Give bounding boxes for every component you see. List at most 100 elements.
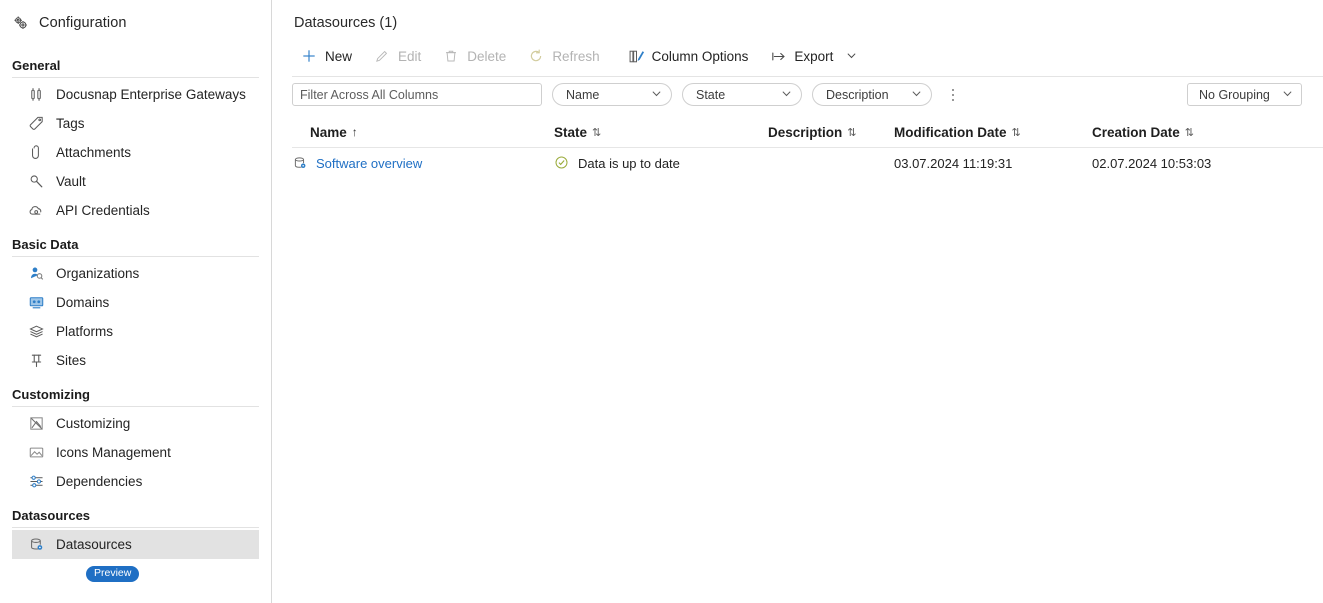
sidebar-item-domains[interactable]: Domains <box>12 288 259 317</box>
check-circle-icon <box>554 155 571 172</box>
toolbar: New Edit <box>292 39 1323 73</box>
sidebar-group-datasources-label: Datasources <box>0 508 271 527</box>
tag-icon <box>28 115 45 132</box>
plus-icon <box>301 48 318 65</box>
sidebar-item-datasources[interactable]: Datasources <box>12 530 259 559</box>
column-header-modification-date[interactable]: Modification Date ⇅ <box>894 125 1092 140</box>
refresh-button-label: Refresh <box>552 49 599 64</box>
sidebar-item-organizations[interactable]: Organizations <box>12 259 259 288</box>
filter-bar: Name State Description <box>292 83 1323 106</box>
column-header-description[interactable]: Description ⇅ <box>768 125 894 140</box>
sidebar-group-customizing-label: Customizing <box>0 387 271 406</box>
sidebar: Configuration General Docusnap Enterpris… <box>0 0 272 603</box>
sort-toggle-icon: ⇅ <box>847 126 856 139</box>
image-icon <box>28 444 45 461</box>
sliders-icon <box>28 473 45 490</box>
sidebar-item-tags[interactable]: Tags <box>12 109 259 138</box>
new-button[interactable]: New <box>292 42 365 70</box>
sidebar-item-vault[interactable]: Vault <box>12 167 259 196</box>
filter-pill-description[interactable]: Description <box>812 83 932 106</box>
sort-toggle-icon: ⇅ <box>1185 126 1194 139</box>
sidebar-item-attachments[interactable]: Attachments <box>12 138 259 167</box>
kebab-menu-icon[interactable] <box>943 84 963 106</box>
datasource-icon <box>292 155 309 172</box>
sidebar-item-sites[interactable]: Sites <box>12 346 259 375</box>
column-header-label: Name <box>310 125 347 140</box>
sidebar-group-basic-data-label: Basic Data <box>0 237 271 256</box>
column-header-label: Description <box>768 125 842 140</box>
grouping-label: No Grouping <box>1199 88 1270 102</box>
sort-toggle-icon: ⇅ <box>592 126 601 139</box>
sidebar-item-docusnap-enterprise-gateways[interactable]: Docusnap Enterprise Gateways <box>12 80 259 109</box>
main-content: Datasources (1) New Edit <box>272 0 1323 603</box>
datasources-table: Name ↑ State ⇅ Description ⇅ Modificatio… <box>272 120 1323 178</box>
filter-pill-label: Description <box>826 88 889 102</box>
paperclip-icon <box>28 144 45 161</box>
column-header-label: State <box>554 125 587 140</box>
delete-button[interactable]: Delete <box>434 42 519 70</box>
domain-icon <box>28 294 45 311</box>
organization-icon <box>28 265 45 282</box>
cell-modification-date: 03.07.2024 11:19:31 <box>894 156 1092 171</box>
table-row[interactable]: Software overview Data is up to date 03.… <box>272 148 1323 178</box>
gears-icon <box>12 15 29 32</box>
sidebar-header: Configuration <box>0 0 271 46</box>
page-title: Datasources (1) <box>272 0 1323 31</box>
cell-name[interactable]: Software overview <box>292 155 554 172</box>
column-header-state[interactable]: State ⇅ <box>554 125 768 140</box>
column-options-button[interactable]: Column Options <box>619 42 762 70</box>
sidebar-item-api-credentials[interactable]: API Credentials <box>12 196 259 225</box>
sort-toggle-icon: ⇅ <box>1012 126 1021 139</box>
sidebar-item-label: Sites <box>56 354 86 368</box>
cell-state: Data is up to date <box>554 155 768 172</box>
export-button-label: Export <box>794 49 833 64</box>
chevron-down-icon <box>781 88 792 102</box>
divider <box>12 406 259 407</box>
export-button[interactable]: Export <box>761 42 870 70</box>
toolbar-divider <box>292 76 1323 77</box>
edit-button-label: Edit <box>398 49 421 64</box>
chevron-down-icon <box>911 88 922 102</box>
sidebar-item-label: API Credentials <box>56 204 150 218</box>
column-options-icon <box>628 48 645 65</box>
column-header-creation-date[interactable]: Creation Date ⇅ <box>1092 125 1292 140</box>
chevron-down-icon <box>1282 88 1293 102</box>
refresh-icon <box>528 48 545 65</box>
filter-input[interactable] <box>292 83 542 106</box>
refresh-button[interactable]: Refresh <box>519 42 612 70</box>
datasource-icon <box>28 536 45 553</box>
sidebar-item-icons-management[interactable]: Icons Management <box>12 438 259 467</box>
pencil-icon <box>374 48 391 65</box>
table-header-row: Name ↑ State ⇅ Description ⇅ Modificatio… <box>272 120 1323 144</box>
app-window: Configuration General Docusnap Enterpris… <box>0 0 1323 603</box>
kebab-dot <box>952 99 954 101</box>
filter-pill-state[interactable]: State <box>682 83 802 106</box>
grouping-control: No Grouping <box>1187 83 1302 106</box>
divider <box>12 527 259 528</box>
divider <box>12 256 259 257</box>
sidebar-item-label: Datasources <box>56 538 132 552</box>
grouping-select[interactable]: No Grouping <box>1187 83 1302 106</box>
column-header-name[interactable]: Name ↑ <box>292 125 554 140</box>
filter-pill-label: Name <box>566 88 599 102</box>
trash-icon <box>443 48 460 65</box>
sidebar-item-label: Docusnap Enterprise Gateways <box>56 88 246 102</box>
sidebar-title: Configuration <box>39 15 127 31</box>
datasource-name-link[interactable]: Software overview <box>316 156 422 171</box>
chevron-down-icon <box>846 49 857 64</box>
sidebar-group-general-label: General <box>0 58 271 77</box>
customizing-icon <box>28 415 45 432</box>
cell-creation-date: 02.07.2024 10:53:03 <box>1092 156 1292 171</box>
sidebar-item-label: Organizations <box>56 267 139 281</box>
edit-button[interactable]: Edit <box>365 42 434 70</box>
kebab-dot <box>952 94 954 96</box>
sidebar-item-dependencies[interactable]: Dependencies <box>12 467 259 496</box>
new-button-label: New <box>325 49 352 64</box>
sidebar-item-customizing[interactable]: Customizing <box>12 409 259 438</box>
api-credentials-icon <box>28 202 45 219</box>
sidebar-item-platforms[interactable]: Platforms <box>12 317 259 346</box>
chevron-down-icon <box>651 88 662 102</box>
filter-pill-name[interactable]: Name <box>552 83 672 106</box>
column-header-label: Modification Date <box>894 125 1007 140</box>
sidebar-item-label: Tags <box>56 117 85 131</box>
